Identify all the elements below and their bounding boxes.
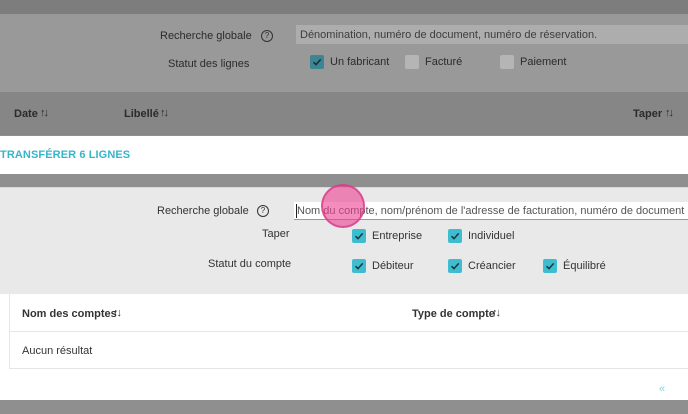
option-label: Entreprise [372,230,423,242]
background-filter-panel: Recherche globale ? Statut des lignes Un… [0,0,688,92]
bg-check-un-fabricant[interactable] [310,55,324,69]
table-row: Aucun résultat [9,332,688,369]
check-individuel[interactable] [448,229,462,243]
modal-type-label: Taper [262,228,290,240]
background-top-strip [0,0,688,14]
sort-arrows-icon[interactable]: ↑↓ [40,107,49,119]
empty-message: Aucun résultat [22,345,93,357]
option-label: Débiteur [372,260,414,272]
bg-global-search-label: Recherche globale [160,30,252,42]
accounts-table-header: Nom des comptes ↑↓ Type de compte ↑↓ [9,294,688,332]
double-chevron-left-icon[interactable]: « [659,383,665,395]
bg-line-status-label: Statut des lignes [168,58,250,70]
bg-check-paiement[interactable] [500,55,514,69]
check-icon [354,262,364,270]
check-icon [312,58,322,66]
check-equilibre[interactable] [543,259,557,273]
check-icon [450,262,460,270]
sort-arrows-icon[interactable]: ↑↓ [160,107,169,119]
help-circle-icon[interactable]: ? [257,205,269,217]
col-account-type[interactable]: Type de compte [412,308,495,320]
col-account-names[interactable]: Nom des comptes [22,308,117,320]
modal-account-status-label: Statut du compte [208,258,292,270]
bg-col-date[interactable]: Date [14,108,38,120]
background-table-header: Date ↑↓ Libellé ↑↓ Taper ↑↓ [0,92,688,135]
bg-option-label: Un fabricant [330,56,390,68]
option-label: Créancier [468,260,516,272]
sort-arrows-icon[interactable]: ↑↓ [665,107,674,119]
table-left-border [9,294,10,369]
overlay-bottom [0,400,688,414]
text-cursor [296,204,297,218]
bg-global-search-input[interactable] [296,25,688,44]
check-icon [354,232,364,240]
bg-option-label: Paiement [520,56,567,68]
check-entreprise[interactable] [352,229,366,243]
check-icon [545,262,555,270]
sort-arrows-icon[interactable]: ↑↓ [492,307,501,319]
bg-check-facture[interactable] [405,55,419,69]
check-creancier[interactable] [448,259,462,273]
option-label: Individuel [468,230,515,242]
bg-col-libelle[interactable]: Libellé [124,108,159,120]
modal-global-search-label: Recherche globale [157,205,249,217]
transfer-lines-link[interactable]: TRANSFÉRER 6 LIGNES [0,149,130,161]
help-circle-icon[interactable]: ? [261,30,273,42]
bg-option-label: Facturé [425,56,463,68]
check-debiteur[interactable] [352,259,366,273]
touch-indicator [321,184,365,228]
option-label: Équilibré [563,260,606,272]
bg-col-taper[interactable]: Taper [633,108,662,120]
sort-arrows-icon[interactable]: ↑↓ [113,307,122,319]
check-icon [450,232,460,240]
